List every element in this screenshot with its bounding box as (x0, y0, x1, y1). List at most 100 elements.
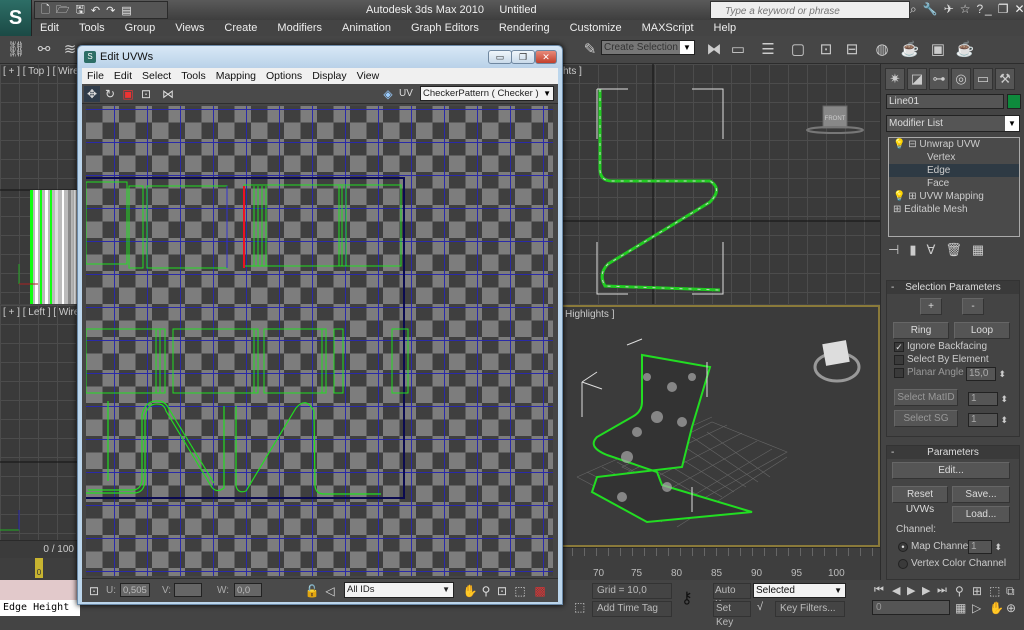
rotate-icon[interactable]: ↻ (102, 86, 118, 102)
menu-tools[interactable]: Tools (71, 22, 117, 34)
hierarchy-icon[interactable]: ⊶ (929, 68, 949, 90)
zoom-extents-icon[interactable]: ⬚ (989, 584, 1000, 598)
viewport-front[interactable]: hts ] FRONT (560, 64, 880, 304)
viewport-perspective[interactable]: Highlights ] (560, 305, 880, 547)
time-configuration-icon[interactable]: ▦ (955, 601, 966, 615)
redo-icon[interactable]: ↷ (106, 4, 115, 17)
edit-uvw-button[interactable]: Edit... (892, 462, 1010, 479)
maximize-button[interactable]: ❐ (511, 50, 535, 64)
uvw-menu-select[interactable]: Select (137, 70, 176, 82)
selection-lock-icon[interactable]: ⬚ (574, 600, 585, 614)
stack-item-unwrap-uvw[interactable]: 💡 ⊟ Unwrap UVW (889, 138, 1019, 151)
planar-angle-checkbox[interactable]: Planar Angle (894, 367, 964, 378)
menu-rendering[interactable]: Rendering (491, 22, 562, 34)
uvw-menu-edit[interactable]: Edit (109, 70, 137, 82)
key-mode-dropdown[interactable]: Selected ▼ (753, 583, 846, 598)
default-tangent-icon[interactable]: √ (757, 601, 763, 613)
uvw-menu-file[interactable]: File (82, 70, 109, 82)
motion-icon[interactable]: ◎ (951, 68, 971, 90)
edit-uvws-titlebar[interactable]: S Edit UVWs ▭ ❐ ✕ (78, 46, 562, 68)
menu-help[interactable]: Help (706, 22, 749, 34)
maxscript-mini-listener-top[interactable] (0, 580, 80, 600)
key-filters-button[interactable]: Key Filters... (775, 601, 845, 617)
go-to-start-icon[interactable]: ⏮ (874, 584, 884, 597)
menu-animation[interactable]: Animation (334, 22, 403, 34)
stack-item-uvw-mapping[interactable]: 💡 ⊞ UVW Mapping (889, 190, 1019, 203)
layer-manager-icon[interactable]: ☰ (758, 40, 778, 60)
matid-spinner[interactable]: 1 (968, 392, 1008, 406)
viewport-left[interactable]: [ + ] [ Left ] [ Wirefr (0, 305, 80, 540)
align-icon[interactable]: ▭ (728, 40, 748, 60)
show-map-icon[interactable]: ◈ (380, 86, 396, 102)
reset-uvws-button[interactable]: Reset UVWs (892, 486, 948, 515)
uvw-menu-view[interactable]: View (352, 70, 385, 82)
viewport-top[interactable]: [ + ] [ Top ] [ Wirefr (0, 64, 80, 304)
orbit-icon[interactable]: ⊕ (1006, 601, 1016, 615)
zoom-all-icon[interactable]: ⊞ (972, 584, 982, 598)
uvw-menu-display[interactable]: Display (307, 70, 351, 82)
loop-button[interactable]: Loop (954, 322, 1010, 339)
pan-view-icon[interactable]: ✋ (989, 601, 1004, 615)
auto-key-button[interactable]: Auto Key (713, 583, 751, 610)
absolute-offset-icon[interactable]: ⊡ (86, 583, 102, 599)
stack-item-vertex[interactable]: Vertex (889, 151, 1019, 164)
menu-create[interactable]: Create (216, 22, 269, 34)
undo-icon[interactable]: ↶ (91, 4, 100, 17)
create-icon[interactable]: ✷ (885, 68, 905, 90)
pan-icon[interactable]: ✋ (462, 583, 478, 599)
go-to-end-icon[interactable]: ⏭ (937, 584, 947, 597)
zoom-extents-icon[interactable]: ⬚ (512, 583, 528, 599)
rendered-frame-icon[interactable]: ▣ (928, 40, 948, 60)
snap-icon[interactable]: ▩ (532, 583, 548, 599)
restore-button[interactable]: ❐ (998, 2, 1009, 16)
stack-item-editable-mesh[interactable]: ⊞ Editable Mesh (889, 203, 1019, 216)
satellite-icon[interactable]: ✈ (944, 2, 954, 17)
stack-item-face[interactable]: Face (889, 177, 1019, 190)
rollout-header[interactable]: - Parameters (887, 446, 1019, 459)
next-frame-icon[interactable]: ▶ (922, 584, 930, 597)
move-icon[interactable]: ✥ (84, 86, 100, 102)
zoom-icon[interactable]: ⚲ (955, 584, 964, 598)
menu-maxscript[interactable]: MAXScript (634, 22, 706, 34)
select-by-element-checkbox[interactable]: Select By Element (894, 354, 989, 365)
zoom-icon[interactable]: ⚲ (478, 583, 494, 599)
play-icon[interactable]: ▶ (907, 584, 915, 597)
star-icon[interactable]: ☆ (960, 2, 971, 17)
wrench-icon[interactable]: 🔧 (923, 2, 938, 17)
object-name-field[interactable] (886, 94, 1004, 109)
display-icon[interactable]: ▭ (973, 68, 993, 90)
menu-edit[interactable]: Edit (32, 22, 71, 34)
planar-angle-spinner[interactable]: 15,0 (966, 367, 1006, 381)
edit-named-selection-icon[interactable]: ✎ (580, 40, 600, 60)
search-input[interactable] (710, 1, 910, 19)
ring-button[interactable]: Ring (893, 322, 949, 339)
object-color-swatch[interactable] (1007, 94, 1021, 109)
uvw-menu-mapping[interactable]: Mapping (211, 70, 261, 82)
project-folder-icon[interactable]: ▤ (121, 4, 131, 17)
link-icon[interactable]: ⛓ (6, 40, 26, 60)
uv-toggle-icon[interactable]: UV (398, 86, 414, 102)
vertex-color-channel-radio[interactable]: Vertex Color Channel (898, 558, 1006, 569)
set-key-button[interactable]: Set Key (713, 601, 751, 628)
current-frame-field[interactable] (872, 600, 950, 615)
uvw-menu-options[interactable]: Options (261, 70, 307, 82)
render-setup-icon[interactable]: ☕ (900, 40, 920, 60)
open-file-icon[interactable]: 🗁 (56, 1, 70, 20)
time-slider[interactable]: 0 / 100 (0, 540, 80, 558)
zoom-region-icon[interactable]: ⊡ (494, 583, 510, 599)
close-button[interactable]: ✕ (1014, 2, 1024, 16)
mirror-icon[interactable]: ⋈ (160, 86, 176, 102)
make-unique-icon[interactable]: ∀ (926, 242, 935, 258)
named-selection-set-dropdown[interactable]: Create Selection Se ▼ (601, 40, 695, 55)
u-coordinate-field[interactable] (120, 583, 150, 597)
load-button[interactable]: Load... (952, 506, 1010, 523)
menu-views[interactable]: Views (167, 22, 216, 34)
menu-customize[interactable]: Customize (562, 22, 634, 34)
minimize-button[interactable]: ▭ (488, 50, 512, 64)
close-button[interactable]: ✕ (535, 50, 557, 64)
unlink-icon[interactable]: ⚯ (34, 40, 54, 60)
menu-modifiers[interactable]: Modifiers (269, 22, 334, 34)
uvw-menu-tools[interactable]: Tools (176, 70, 211, 82)
map-channel-radio[interactable]: • Map Channel: (898, 541, 973, 552)
current-frame-marker[interactable]: 0 (35, 558, 43, 578)
